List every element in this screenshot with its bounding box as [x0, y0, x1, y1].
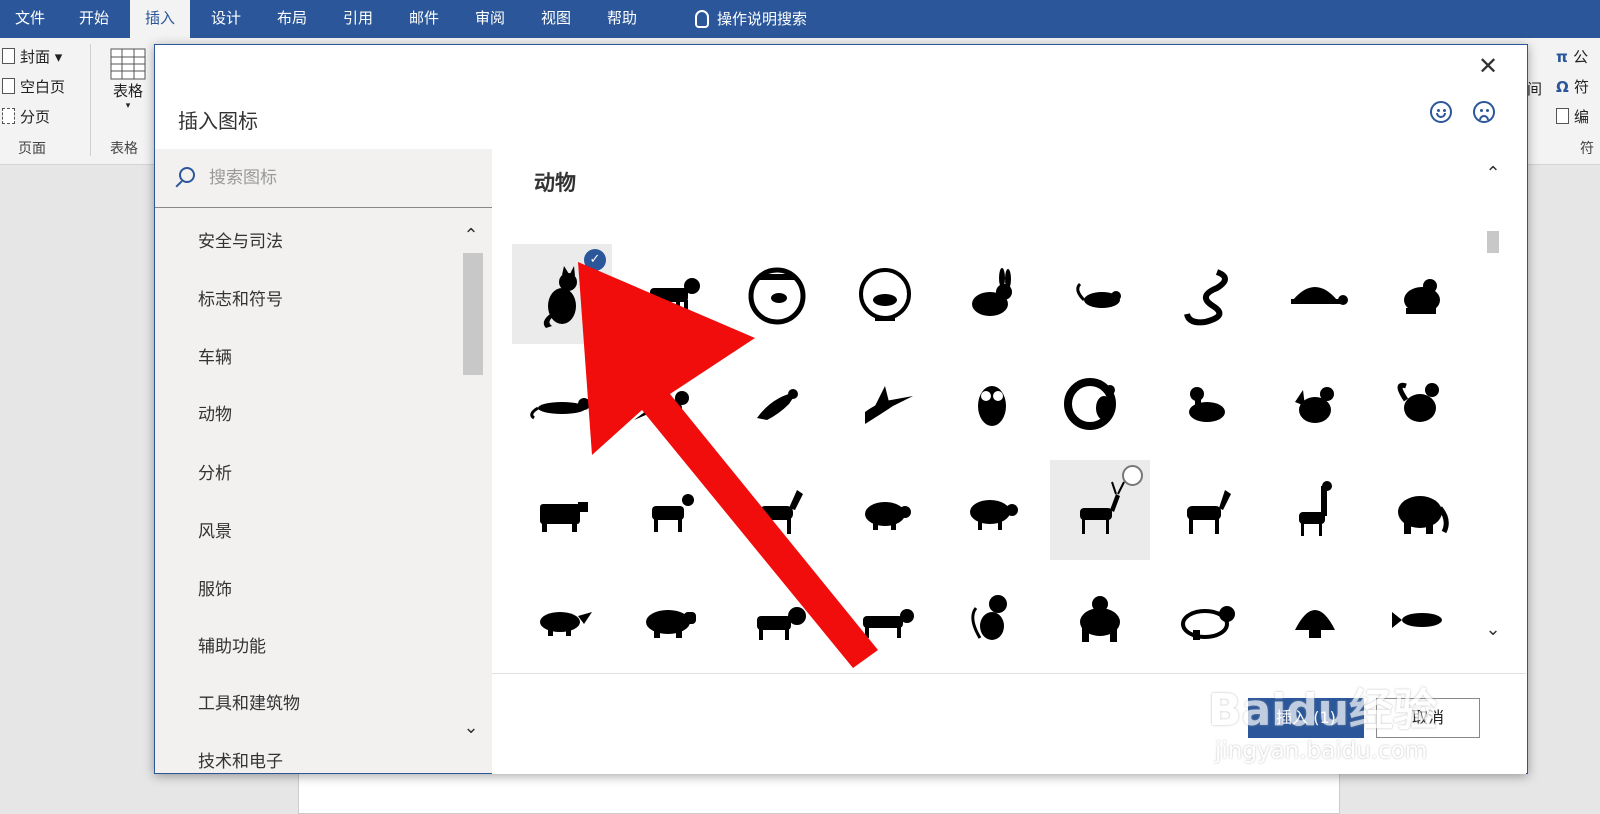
watermark-url: jingyan.baidu.com	[1215, 738, 1428, 764]
watermark-logo: Baidu经验	[1208, 685, 1438, 736]
